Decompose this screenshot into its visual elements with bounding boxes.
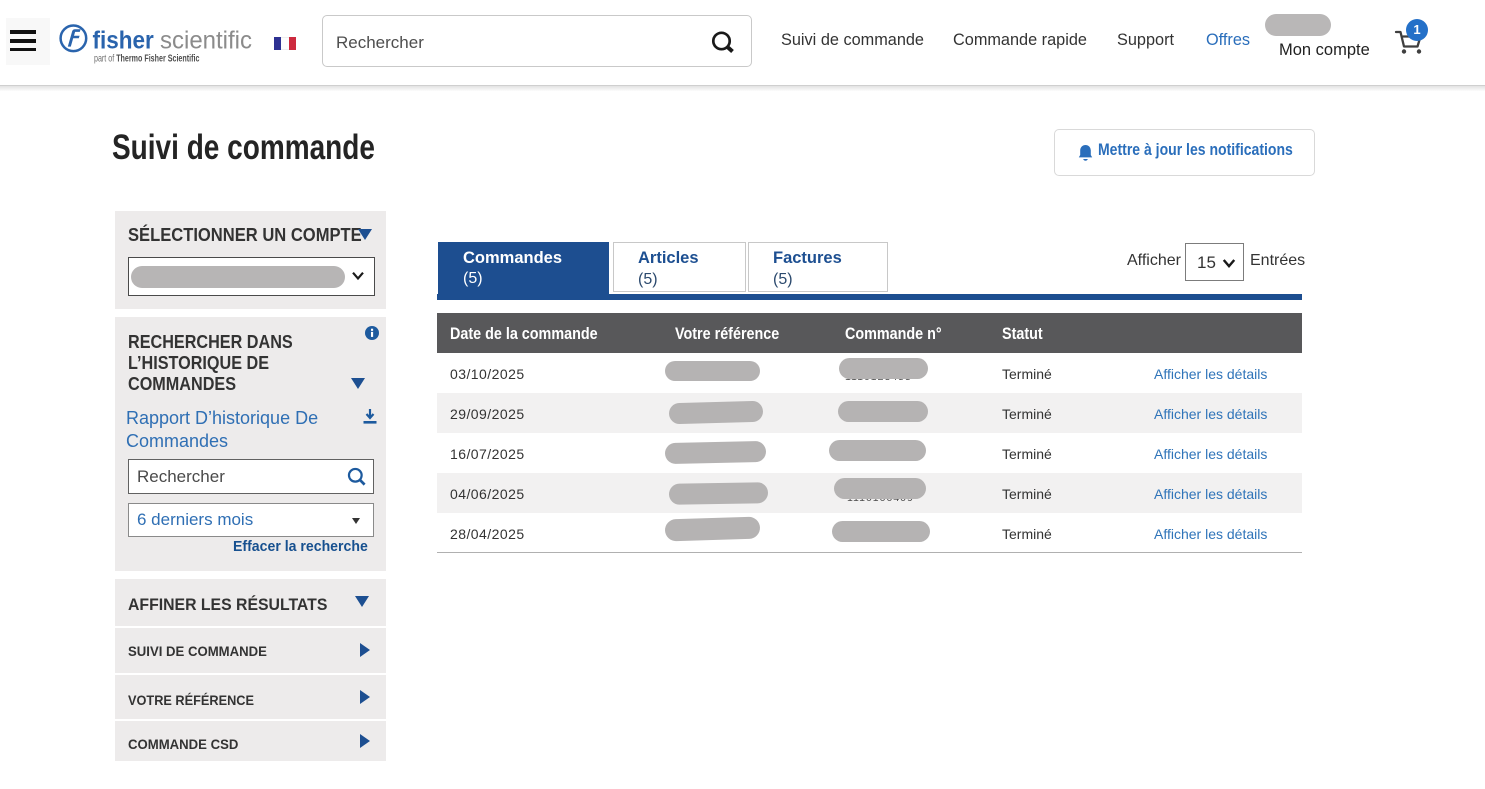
svg-text:fisher: fisher bbox=[93, 26, 154, 54]
svg-text:scientific: scientific bbox=[160, 27, 252, 55]
svg-text:part of Thermo Fisher Scientif: part of Thermo Fisher Scientific bbox=[94, 52, 199, 64]
